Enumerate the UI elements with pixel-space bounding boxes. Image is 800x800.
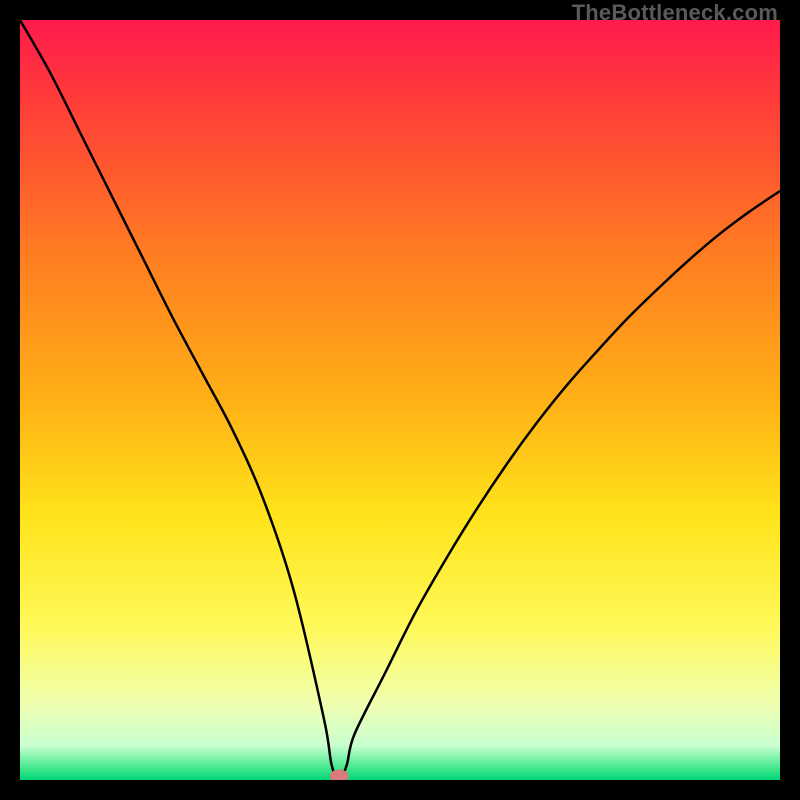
watermark-text: TheBottleneck.com <box>572 0 778 26</box>
chart-frame: TheBottleneck.com <box>0 0 800 800</box>
plot-area <box>20 20 780 780</box>
optimal-point-marker <box>330 770 348 780</box>
gradient-background <box>20 20 780 780</box>
bottleneck-chart <box>20 20 780 780</box>
